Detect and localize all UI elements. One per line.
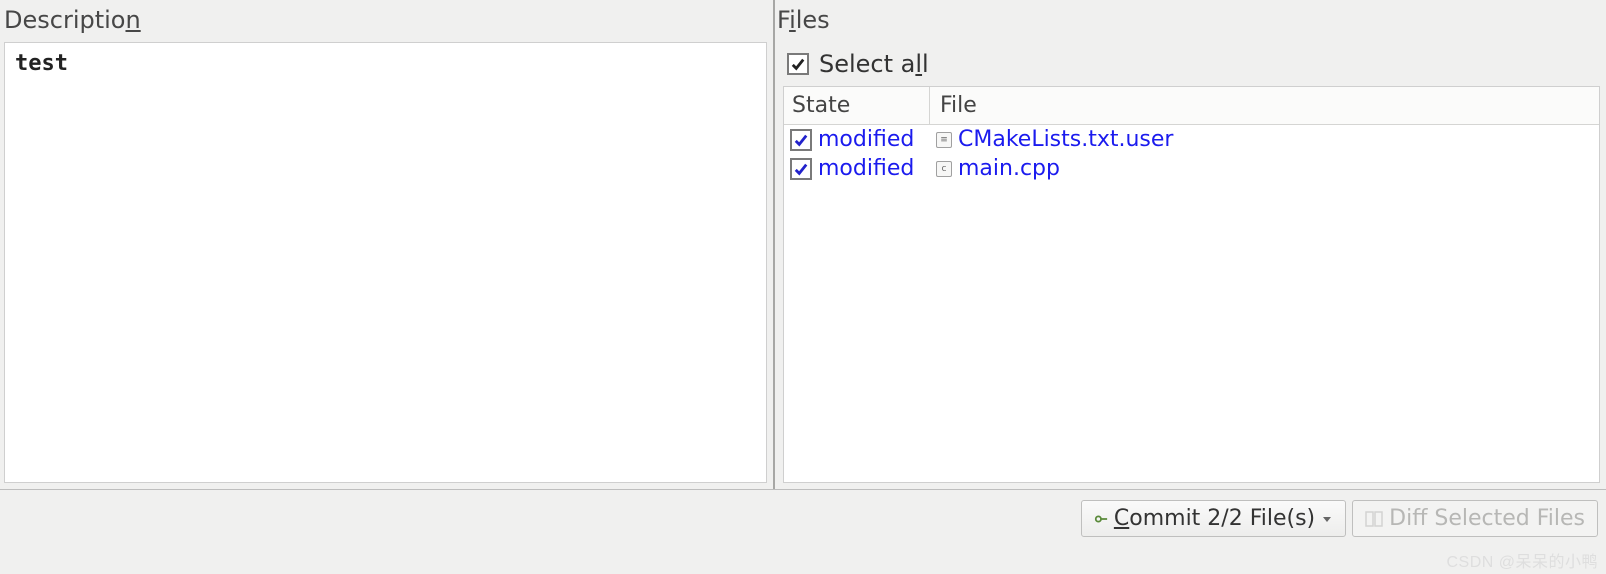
description-label: Description (4, 2, 767, 42)
files-pane: Files Select all State File (775, 0, 1606, 489)
commit-icon (1094, 512, 1108, 526)
files-table: State File modified ≡ CMakeLists.txt.use… (783, 86, 1600, 483)
row-filename: main.cpp (958, 156, 1060, 181)
files-table-header: State File (784, 87, 1599, 125)
description-pane: Description test (0, 0, 775, 489)
select-all-row: Select all (777, 42, 1600, 86)
checkmark-icon (794, 133, 808, 147)
column-header-state[interactable]: State (784, 87, 930, 124)
row-checkbox[interactable] (790, 158, 812, 180)
files-label: Files (777, 2, 1600, 42)
description-input[interactable]: test (4, 42, 767, 483)
checkmark-icon (791, 57, 805, 71)
row-state: modified (818, 127, 914, 152)
table-row[interactable]: modified ≡ CMakeLists.txt.user (784, 125, 1599, 154)
file-type-icon: ≡ (936, 132, 952, 148)
commit-button[interactable]: Commit 2/2 File(s) (1081, 500, 1346, 537)
diff-icon (1365, 510, 1383, 528)
row-filename: CMakeLists.txt.user (958, 127, 1173, 152)
select-all-label: Select all (819, 50, 929, 78)
row-checkbox[interactable] (790, 129, 812, 151)
table-row[interactable]: modified c main.cpp (784, 154, 1599, 183)
files-rows: modified ≡ CMakeLists.txt.user modified (784, 125, 1599, 482)
description-text: test (15, 51, 68, 76)
row-state: modified (818, 156, 914, 181)
watermark: CSDN @呆呆的小鸭 (1446, 548, 1598, 572)
diff-button-label: Diff Selected Files (1389, 506, 1585, 531)
chevron-down-icon (1321, 513, 1333, 525)
diff-selected-button: Diff Selected Files (1352, 500, 1598, 537)
commit-button-label: Commit 2/2 File(s) (1114, 506, 1315, 531)
select-all-checkbox[interactable] (787, 53, 809, 75)
column-header-file[interactable]: File (930, 87, 1599, 124)
checkmark-icon (794, 162, 808, 176)
button-bar: Commit 2/2 File(s) Diff Selected Files (0, 496, 1606, 541)
file-type-icon: c (936, 161, 952, 177)
